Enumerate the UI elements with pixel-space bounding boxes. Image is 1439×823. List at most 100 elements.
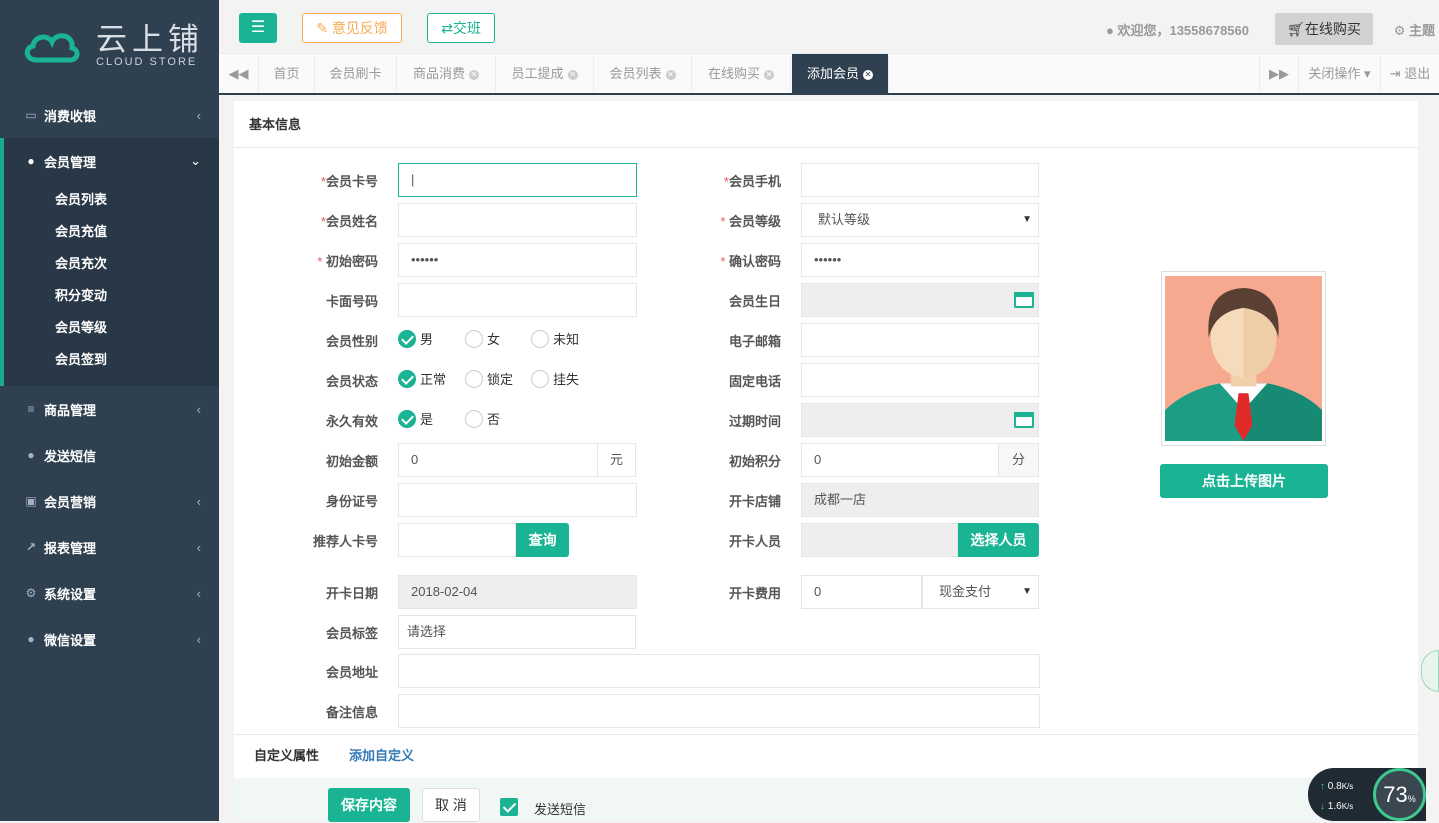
id-no-input[interactable]: [398, 483, 637, 517]
nav-sms[interactable]: ● 发送短信: [0, 432, 219, 478]
upload-speed: ↑ 0.8K/s: [1320, 781, 1354, 792]
caret-down-icon: ▼: [1022, 586, 1032, 597]
close-icon[interactable]: ✕: [567, 69, 578, 80]
send-sms-checkbox[interactable]: [500, 798, 518, 816]
permanent-radio-no[interactable]: 否: [465, 409, 500, 428]
save-button[interactable]: 保存内容: [328, 788, 410, 822]
status-radio-locked[interactable]: 锁定: [465, 369, 513, 388]
floating-ball[interactable]: [1421, 650, 1439, 692]
memory-usage-gauge[interactable]: 73%: [1373, 768, 1426, 821]
nav-label: 发送短信: [44, 448, 97, 464]
buy-online-button[interactable]: 🛒︎在线购买: [1275, 13, 1373, 45]
calendar-icon[interactable]: [1014, 292, 1034, 308]
tab-home[interactable]: 首页: [259, 54, 315, 93]
init-points-input[interactable]: 0: [801, 443, 999, 477]
confirm-pwd-input[interactable]: ••••••: [801, 243, 1039, 277]
theme-button[interactable]: ⚙ 主题: [1394, 20, 1435, 39]
close-icon[interactable]: ✕: [665, 69, 676, 80]
brand-subtitle: CLOUD STORE: [96, 56, 198, 68]
network-speed-widget: ↑ 0.8K/s ↓ 1.6K/s 73%: [1308, 768, 1426, 821]
submenu-levels[interactable]: 会员等级: [4, 312, 219, 344]
face-no-input[interactable]: [398, 283, 637, 317]
id-no-label: 身份证号: [325, 494, 378, 509]
user-icon: ●: [1105, 23, 1114, 38]
nav-label: 会员营销: [44, 494, 97, 510]
email-input[interactable]: [801, 323, 1039, 357]
birthday-input[interactable]: [801, 283, 1039, 317]
name-input[interactable]: [398, 203, 637, 237]
submenu-recharge[interactable]: 会员充值: [4, 216, 219, 248]
add-member-form: 基本信息 *会员卡号 | *会员手机 *会员姓名 * 会员等级 默认等级 ▼ * …: [234, 101, 1418, 822]
submenu-recharge-times[interactable]: 会员充次: [4, 248, 219, 280]
nav-marketing[interactable]: ▣ 会员营销 ‹: [0, 478, 219, 524]
tab-scroll-right[interactable]: ▶▶: [1259, 54, 1299, 93]
nav-settings[interactable]: ⚙ 系统设置 ‹: [0, 570, 219, 616]
choose-staff-button[interactable]: 选择人员: [958, 523, 1039, 557]
feedback-button[interactable]: ✎ 意见反馈: [302, 13, 402, 43]
close-icon[interactable]: ✕: [863, 69, 873, 80]
tab-buy-online[interactable]: 在线购买 ✕: [692, 54, 791, 93]
radio-icon: [531, 329, 549, 348]
custom-label: 自定义属性: [254, 748, 320, 763]
menu-toggle-button[interactable]: ☰: [239, 13, 277, 43]
welcome-label: 欢迎您，13558678560: [1117, 23, 1249, 38]
remark-input[interactable]: [398, 694, 1040, 728]
exchange-icon: ⇄: [441, 20, 453, 36]
close-operations-dropdown[interactable]: 关闭操作 ▾: [1299, 54, 1381, 93]
nav-members[interactable]: ● 会员管理 ⌄: [0, 138, 219, 184]
query-button[interactable]: 查询: [516, 523, 569, 557]
nav-pos[interactable]: ▭ 消费收银 ‹: [0, 92, 219, 138]
radio-checked-icon: [398, 329, 416, 348]
gender-radio-female[interactable]: 女: [465, 329, 500, 348]
tag-select[interactable]: 请选择: [398, 615, 636, 649]
gender-radio-unknown[interactable]: 未知: [531, 329, 579, 348]
init-pwd-input[interactable]: ••••••: [398, 243, 637, 277]
tab-staff-commission[interactable]: 员工提成 ✕: [496, 54, 594, 93]
shift-button[interactable]: ⇄交班: [427, 13, 495, 43]
calendar-icon[interactable]: [1014, 412, 1034, 428]
gender-radio-male[interactable]: 男: [398, 329, 433, 348]
face-no-label: 卡面号码: [325, 294, 378, 309]
close-icon[interactable]: ✕: [764, 69, 774, 80]
sign-out-icon: ⇥: [1389, 66, 1401, 81]
referrer-input[interactable]: [398, 523, 516, 557]
logout-button[interactable]: ⇥ 退出: [1381, 54, 1439, 93]
tab-add-member[interactable]: 添加会员 ✕: [792, 54, 889, 93]
mobile-input[interactable]: [801, 163, 1039, 197]
send-sms-label: 发送短信: [534, 802, 587, 817]
tab-label: 首页: [273, 66, 300, 81]
address-input[interactable]: [398, 654, 1040, 688]
nav-label: 系统设置: [44, 586, 97, 602]
submenu-member-list[interactable]: 会员列表: [4, 184, 219, 216]
tab-member-card[interactable]: 会员刷卡: [315, 54, 397, 93]
status-radio-lost[interactable]: 挂失: [531, 369, 579, 388]
init-amount-input[interactable]: 0: [398, 443, 598, 477]
fee-input[interactable]: 0: [801, 575, 922, 609]
upload-photo-button[interactable]: 点击上传图片: [1160, 464, 1328, 498]
briefcase-icon: ▣: [25, 494, 37, 508]
submenu-points[interactable]: 积分变动: [4, 280, 219, 312]
tabbar: ◀◀ 首页 会员刷卡 商品消费 ✕ 员工提成 ✕ 会员列表 ✕ 在线购买 ✕ 添加会员 ✕…: [219, 54, 1439, 95]
nav-products[interactable]: ≡ 商品管理 ‹: [0, 386, 219, 432]
close-icon[interactable]: ✕: [469, 69, 479, 80]
staff-label: 开卡人员: [728, 534, 781, 549]
add-custom-link[interactable]: 添加自定义: [349, 745, 414, 764]
brand-name: 云上铺: [96, 22, 204, 58]
points-unit: 分: [999, 443, 1039, 477]
expire-input[interactable]: [801, 403, 1039, 437]
cancel-button[interactable]: 取 消: [422, 788, 480, 822]
tab-scroll-left[interactable]: ◀◀: [219, 54, 259, 93]
remark-label: 备注信息: [325, 705, 378, 720]
edit-icon: ✎: [316, 20, 328, 36]
tab-member-list[interactable]: 会员列表 ✕: [594, 54, 692, 93]
status-radio-normal[interactable]: 正常: [398, 369, 446, 388]
nav-wechat[interactable]: ● 微信设置 ‹: [0, 616, 219, 662]
permanent-radio-yes[interactable]: 是: [398, 409, 433, 428]
level-select[interactable]: 默认等级 ▼: [801, 203, 1039, 237]
nav-reports[interactable]: ↗ 报表管理 ‹: [0, 524, 219, 570]
card-no-input[interactable]: |: [398, 163, 637, 197]
phone-input[interactable]: [801, 363, 1039, 397]
submenu-checkin[interactable]: 会员签到: [4, 344, 219, 376]
pay-method-select[interactable]: 现金支付 ▼: [922, 575, 1039, 609]
tab-product-consume[interactable]: 商品消费 ✕: [397, 54, 496, 93]
